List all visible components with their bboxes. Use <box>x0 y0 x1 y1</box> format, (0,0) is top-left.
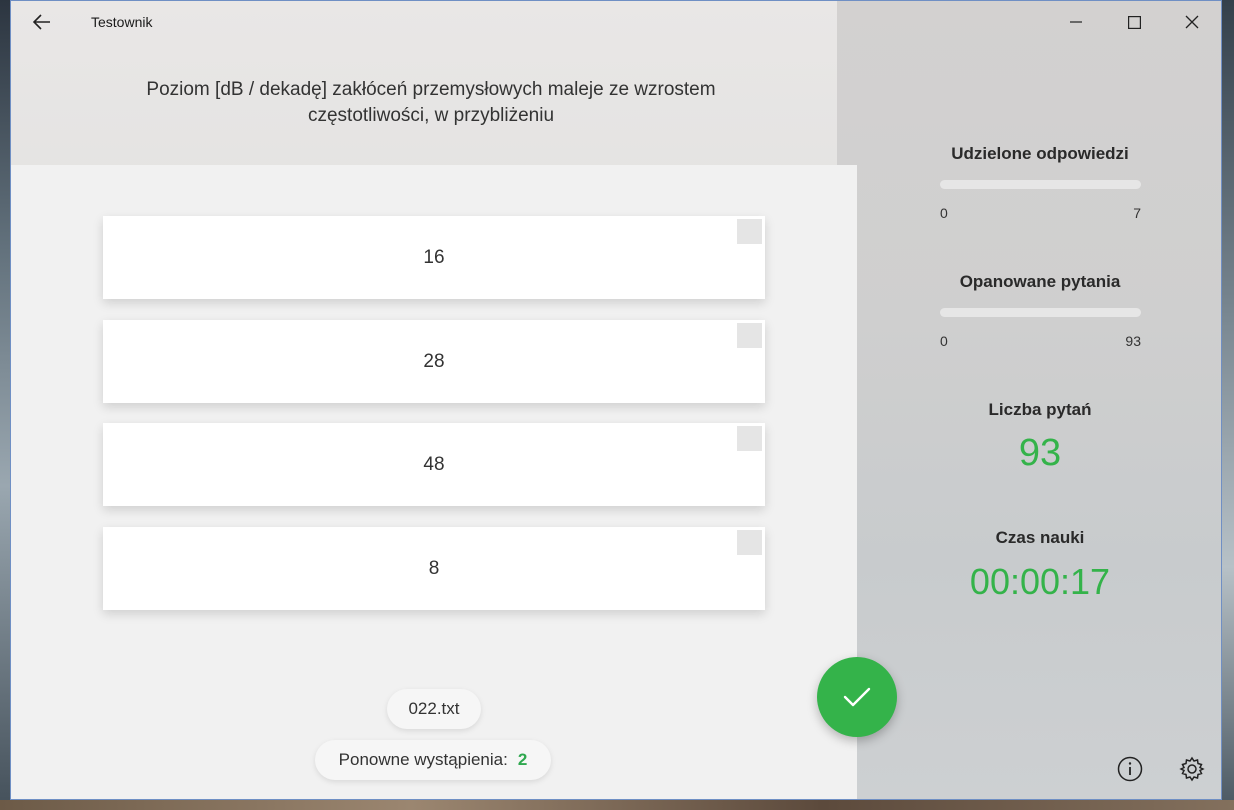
answered-min: 0 <box>940 205 948 221</box>
desktop-background-right <box>1222 0 1234 810</box>
info-icon <box>1117 756 1143 782</box>
answer-label: 16 <box>423 246 445 268</box>
file-name: 022.txt <box>408 699 460 718</box>
answered-title: Udzielone odpowiedzi <box>951 144 1129 163</box>
desktop-background-bottom <box>0 800 1234 810</box>
settings-button[interactable] <box>1177 754 1207 784</box>
question-text: Poziom [dB / dekadę] zakłóceń przemysłow… <box>146 79 716 126</box>
answer-label: 48 <box>423 453 445 475</box>
answer-option[interactable]: 28 <box>103 320 765 403</box>
answer-option[interactable]: 16 <box>103 216 765 299</box>
close-button[interactable] <box>1163 1 1221 43</box>
app-title: Testownik <box>91 14 153 30</box>
minimize-icon <box>1070 21 1082 23</box>
mastered-max: 93 <box>1125 333 1141 349</box>
app-window: Testownik Poziom [dB / dekadę] zakłóceń … <box>10 0 1222 800</box>
answer-checkbox[interactable] <box>737 426 762 451</box>
title-bar: Testownik <box>11 1 1221 43</box>
file-name-badge: 022.txt <box>387 689 481 729</box>
info-button[interactable] <box>1115 754 1145 784</box>
maximize-icon <box>1127 15 1141 29</box>
answers-panel: 16 28 48 8 022.txt Ponowne wystąpienia: … <box>11 165 857 799</box>
close-icon <box>1185 15 1199 29</box>
confirm-button[interactable] <box>817 657 897 737</box>
question-count-value: 93 <box>1018 432 1062 474</box>
study-time-value: 00:00:17 <box>969 561 1111 602</box>
repeat-label: Ponowne wystąpienia: <box>338 750 508 769</box>
desktop-background-left <box>0 0 10 810</box>
answer-checkbox[interactable] <box>737 530 762 555</box>
question-count-title: Liczba pytań <box>988 400 1092 419</box>
gear-icon <box>1179 756 1205 782</box>
answer-option[interactable]: 48 <box>103 423 765 506</box>
answer-label: 28 <box>423 350 445 372</box>
answer-label: 8 <box>428 557 440 579</box>
back-button[interactable] <box>27 7 57 37</box>
answer-checkbox[interactable] <box>737 219 762 244</box>
repeat-count: 2 <box>517 750 528 769</box>
answered-max: 7 <box>1133 205 1141 221</box>
mastered-min: 0 <box>940 333 948 349</box>
checkmark-icon <box>843 687 871 707</box>
answer-checkbox[interactable] <box>737 323 762 348</box>
study-time-title: Czas nauki <box>995 528 1085 547</box>
answered-progress-bar <box>940 180 1141 189</box>
mastered-progress-bar <box>940 308 1141 317</box>
repeat-count-badge: Ponowne wystąpienia: 2 <box>315 740 551 780</box>
arrow-left-icon <box>33 14 50 30</box>
mastered-title: Opanowane pytania <box>959 272 1121 291</box>
minimize-button[interactable] <box>1047 1 1105 43</box>
maximize-button[interactable] <box>1105 1 1163 43</box>
answer-option[interactable]: 8 <box>103 527 765 610</box>
